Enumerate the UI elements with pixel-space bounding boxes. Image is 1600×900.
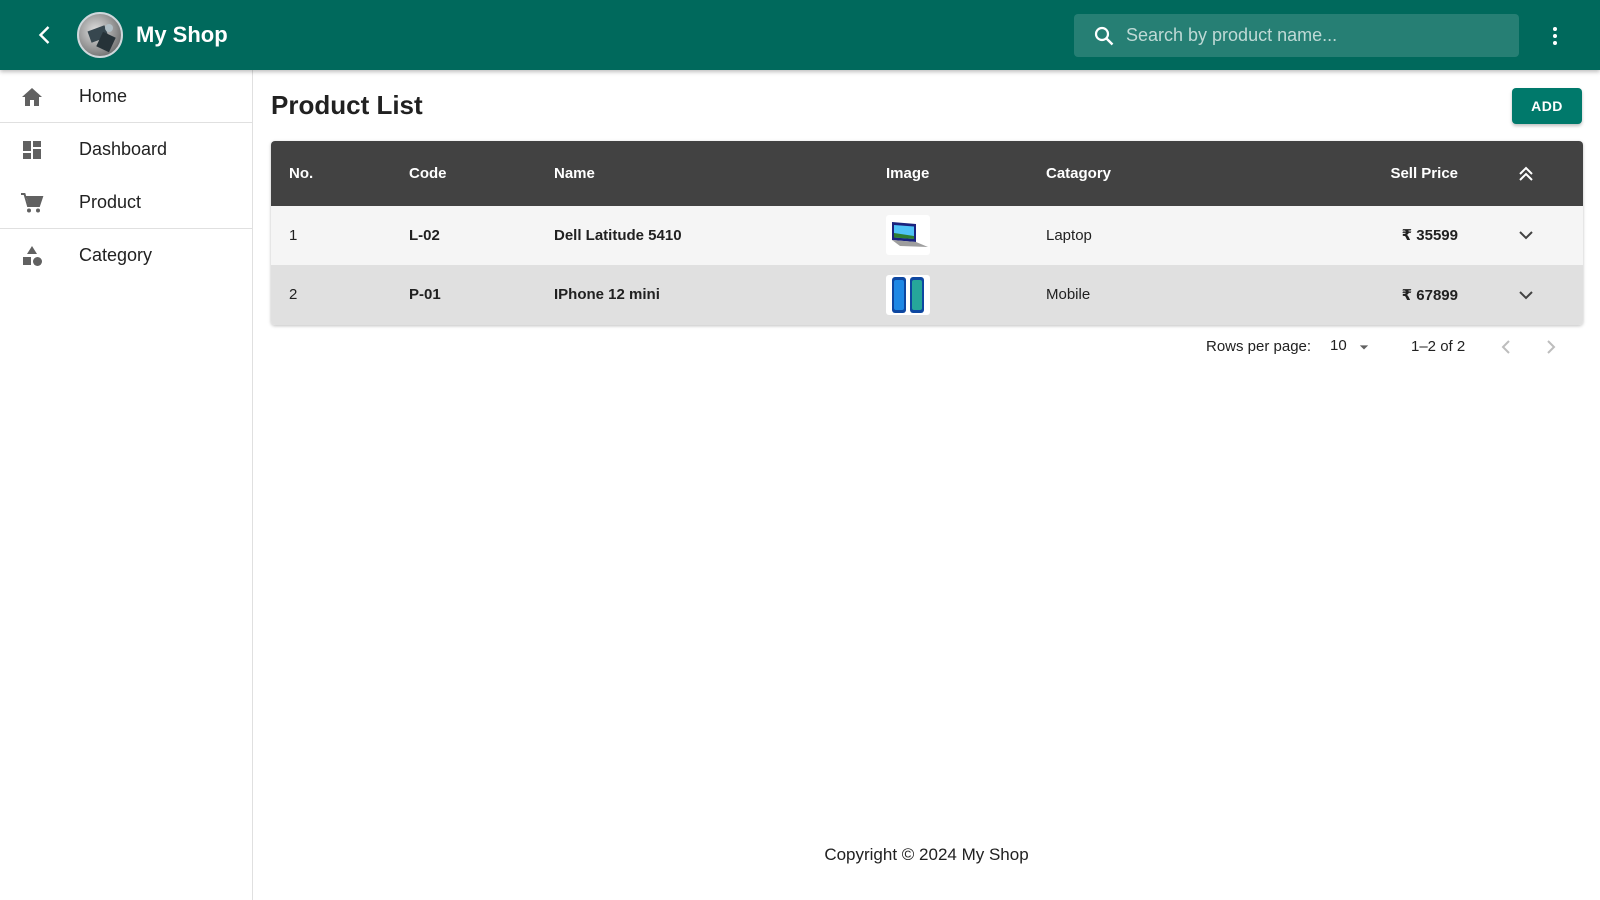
table-header-row: No. Code Name Image Catagory Sell Price (271, 141, 1583, 206)
page-range: 1–2 of 2 (1411, 338, 1466, 355)
category-icon (23, 246, 42, 266)
main-content: Product List ADD No. Code Name Image Cat… (253, 70, 1600, 900)
header-name: Name (554, 165, 595, 182)
sidebar-item-category[interactable]: Category (0, 229, 252, 282)
more-menu-button[interactable] (1540, 21, 1570, 51)
sidebar: Home Dashboard Product Category (0, 70, 253, 900)
rows-per-page-select[interactable]: 10 (1330, 335, 1378, 359)
expand-row-icon[interactable] (1514, 223, 1538, 247)
home-icon (22, 88, 42, 106)
sidebar-item-label: Product (79, 191, 142, 212)
header-no: No. (289, 165, 314, 182)
expand-row-icon[interactable] (1514, 283, 1538, 307)
app-title: My Shop (136, 22, 228, 47)
header-code: Code (409, 165, 447, 182)
cell-category: Mobile (1046, 286, 1091, 303)
rows-per-page-label: Rows per page: (1206, 338, 1312, 355)
app-bar: My Shop (0, 0, 1600, 70)
sidebar-item-label: Category (79, 245, 153, 265)
cell-code: L-02 (409, 226, 440, 244)
cell-no: 2 (289, 286, 298, 303)
next-page-icon[interactable] (1539, 335, 1563, 359)
search-icon (1094, 26, 1114, 46)
laptop-image (886, 215, 930, 256)
sidebar-item-product[interactable]: Product (0, 176, 252, 229)
dashboard-icon (23, 141, 41, 159)
search-box (1074, 14, 1519, 57)
back-button[interactable] (30, 20, 60, 50)
header-sell-price: Sell Price (1390, 165, 1458, 182)
search-input[interactable] (1126, 14, 1506, 57)
cell-no: 1 (289, 226, 298, 244)
more-vert-icon (1553, 27, 1557, 45)
product-table: No. Code Name Image Catagory Sell Price … (271, 141, 1583, 325)
cell-code: P-01 (409, 286, 441, 303)
cell-sell-price: ₹ 35599 (1401, 227, 1458, 245)
cell-category: Laptop (1046, 226, 1092, 244)
footer-copyright: Copyright © 2024 My Shop (824, 845, 1029, 864)
table-row[interactable]: 1 L-02 Dell Latitude 5410 Laptop ₹ 35599 (271, 206, 1583, 265)
previous-page-icon[interactable] (1494, 335, 1518, 359)
phone-image (886, 274, 930, 315)
chevron-left-icon (38, 26, 50, 44)
cell-name: IPhone 12 mini (554, 286, 660, 303)
caret-down-icon (1359, 345, 1369, 350)
header-category: Catagory (1046, 165, 1112, 182)
cart-icon (21, 193, 44, 213)
sidebar-item-home[interactable]: Home (0, 70, 252, 123)
rows-per-page-value: 10 (1330, 337, 1347, 354)
header-image: Image (886, 165, 930, 182)
sidebar-item-label: Home (79, 85, 128, 106)
table-row[interactable]: 2 P-01 IPhone 12 mini Mobile ₹ 67899 (271, 265, 1583, 324)
add-product-button[interactable]: ADD (1512, 88, 1582, 124)
page-title: Product List (271, 90, 423, 120)
shop-logo (77, 12, 123, 58)
collapse-all-icon[interactable] (1514, 162, 1538, 186)
cell-name: Dell Latitude 5410 (554, 226, 682, 244)
cell-sell-price: ₹ 67899 (1401, 286, 1458, 304)
sidebar-item-label: Dashboard (79, 139, 168, 159)
pagination: Rows per page: 10 1–2 of 2 (271, 335, 1583, 359)
sidebar-item-dashboard[interactable]: Dashboard (0, 123, 252, 176)
